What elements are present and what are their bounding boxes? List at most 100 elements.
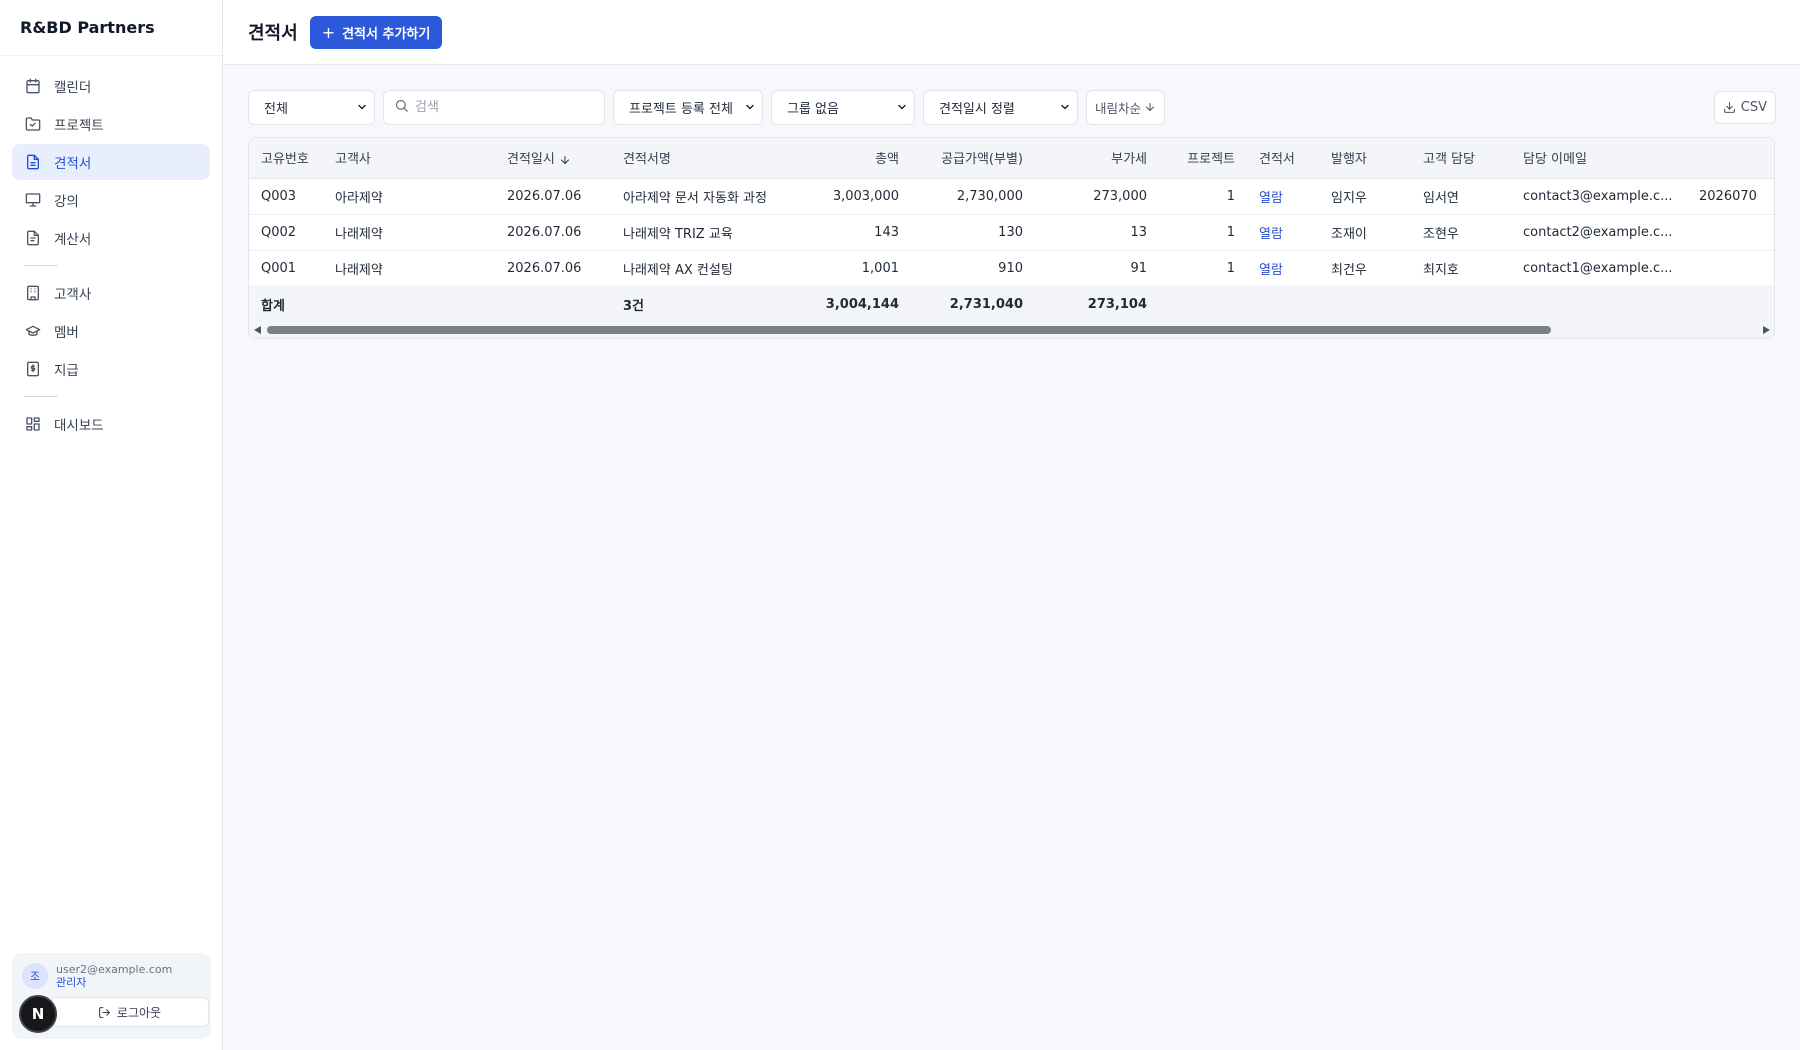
column-header-label: 공급가액(부별)	[941, 152, 1023, 168]
cell-date: 2026.07.06	[495, 250, 611, 287]
column-header-total[interactable]: 총액	[801, 138, 911, 179]
scrollbar-thumb[interactable]	[267, 326, 1551, 334]
sidebar-item-label: 계산서	[54, 232, 92, 248]
scroll-right-arrow-icon[interactable]	[1763, 326, 1770, 334]
group-select[interactable]: 그룹 없음	[771, 89, 915, 125]
sidebar-item-clients[interactable]: 고객사	[12, 275, 210, 311]
download-icon	[1723, 101, 1736, 114]
cell-extra	[1687, 286, 1774, 322]
column-header-label: 부가세	[1111, 152, 1147, 168]
cell-email: contact1@example.c...	[1511, 250, 1687, 287]
sidebar-item-quotes[interactable]: 견적서	[12, 144, 210, 180]
cell-date: 2026.07.06	[495, 214, 611, 251]
chevron-down-icon	[896, 101, 908, 113]
sort-order-button[interactable]: 내림차순	[1086, 89, 1166, 125]
column-header-project[interactable]: 프로젝트	[1159, 138, 1247, 179]
page-title: 견적서	[248, 23, 298, 44]
add-quote-button[interactable]: + 견적서 추가하기	[309, 15, 443, 49]
csv-export-button[interactable]: CSV	[1713, 90, 1776, 124]
status-select-value: 전체	[264, 101, 288, 117]
sidebar-item-calendar[interactable]: 캘린더	[12, 68, 210, 104]
app-root: R&BD Partners 캘린더 프로젝트 견적서 강의 계산서 고객사 멤버 지급 대시보드…	[0, 0, 1800, 1050]
column-header-doc[interactable]: 견적서	[1247, 138, 1319, 179]
cell-project	[1159, 286, 1247, 322]
arrow-down-icon	[1144, 101, 1156, 113]
csv-label: CSV	[1740, 99, 1767, 115]
cell-doc[interactable]: 열람	[1247, 250, 1319, 287]
column-header-vat[interactable]: 부가세	[1035, 138, 1159, 179]
receipt-icon	[24, 360, 42, 378]
sidebar-item-label: 강의	[54, 194, 79, 210]
cell-client: 나래제약	[323, 250, 495, 287]
sidebar-item-dashboard[interactable]: 대시보드	[12, 406, 210, 442]
cell-client: 아라제약	[323, 178, 495, 215]
user-info: 조 user2@example.com 관리자	[22, 963, 201, 989]
table-row[interactable]: Q003 아라제약 2026.07.06 아라제약 문서 자동화 과정 3,003,00…	[249, 178, 1774, 215]
cell-supply: 2,731,040	[911, 286, 1035, 322]
column-header-date[interactable]: 견적일시	[495, 138, 611, 179]
cell-doc[interactable]: 열람	[1247, 178, 1319, 215]
cell-project: 1	[1159, 250, 1247, 287]
avatar: 조	[22, 963, 48, 989]
search-box[interactable]	[383, 89, 605, 125]
column-header-contact[interactable]: 고객 담당	[1411, 138, 1511, 179]
sidebar: R&BD Partners 캘린더 프로젝트 견적서강의계산서고객사 멤버 지급대시보드…	[0, 0, 223, 1050]
cell-email: contact3@example.c...	[1511, 178, 1687, 215]
status-select[interactable]: 전체	[248, 89, 375, 125]
cell-date: 2026.07.06	[495, 178, 611, 215]
search-input[interactable]	[415, 99, 595, 115]
column-header-issuer[interactable]: 발행자	[1319, 138, 1411, 179]
cell-doc[interactable]: 열람	[1247, 214, 1319, 251]
topbar: 견적서 + 견적서 추가하기	[223, 0, 1800, 65]
table-row[interactable]: Q002 나래제약 2026.07.06 나래제약 TRIZ 교육 143 130 13 1 열…	[249, 214, 1774, 251]
cell-contact: 최지호	[1411, 250, 1511, 287]
column-header-supply[interactable]: 공급가액(부별)	[911, 138, 1035, 179]
content: 전체 프로젝트 등록 전체 그룹 없음 견적일시 정렬	[223, 65, 1800, 339]
cell-name: 나래제약 TRIZ 교육	[611, 214, 801, 251]
column-header-client[interactable]: 고객사	[323, 138, 495, 179]
cell-client	[323, 286, 495, 322]
chevron-down-icon	[744, 101, 756, 113]
cell-issuer: 최건우	[1319, 250, 1411, 287]
cell-id: Q001	[249, 250, 323, 287]
sidebar-item-members[interactable]: 멤버	[12, 313, 210, 349]
cell-email	[1511, 286, 1687, 322]
logout-button[interactable]: 로그아웃	[50, 997, 209, 1027]
column-header-label: 고유번호	[261, 152, 309, 168]
column-header-id[interactable]: 고유번호	[249, 138, 323, 179]
sidebar-item-invoices[interactable]: 계산서	[12, 220, 210, 256]
cell-vat: 91	[1035, 250, 1159, 287]
column-header-label: 견적서	[1259, 152, 1295, 168]
table-row[interactable]: Q001 나래제약 2026.07.06 나래제약 AX 컨설팅 1,001 910 91 1…	[249, 250, 1774, 287]
nav-divider	[24, 396, 58, 397]
column-header-extra[interactable]	[1687, 138, 1774, 179]
horizontal-scrollbar[interactable]	[249, 322, 1774, 338]
cell-vat: 273,000	[1035, 178, 1159, 215]
column-header-email[interactable]: 담당 이메일	[1511, 138, 1687, 179]
project-select[interactable]: 프로젝트 등록 전체	[613, 89, 763, 125]
sidebar-item-projects[interactable]: 프로젝트	[12, 106, 210, 142]
column-header-label: 고객사	[335, 152, 371, 168]
project-select-value: 프로젝트 등록 전체	[629, 101, 733, 117]
cell-extra	[1687, 214, 1774, 251]
cell-total: 3,004,144	[801, 286, 911, 322]
cell-total: 3,003,000	[801, 178, 911, 215]
sidebar-nav: 캘린더 프로젝트 견적서강의계산서고객사 멤버 지급대시보드	[0, 56, 222, 456]
cell-name: 3건	[611, 286, 801, 322]
scroll-left-arrow-icon[interactable]	[254, 326, 261, 334]
calendar-icon	[24, 77, 42, 95]
sort-desc-icon	[559, 154, 571, 166]
table-total-row: 합계 3건 3,004,144 2,731,040 273,104	[249, 286, 1774, 322]
dev-tools-button[interactable]: N	[19, 995, 57, 1033]
cell-name: 아라제약 문서 자동화 과정	[611, 178, 801, 215]
sort-select[interactable]: 견적일시 정렬	[923, 89, 1078, 125]
sidebar-item-lectures[interactable]: 강의	[12, 182, 210, 218]
column-header-label: 발행자	[1331, 152, 1367, 168]
sidebar-item-payments[interactable]: 지급	[12, 351, 210, 387]
column-header-name[interactable]: 견적서명	[611, 138, 801, 179]
cell-supply: 910	[911, 250, 1035, 287]
document-icon	[24, 153, 42, 171]
brand-logo[interactable]: R&BD Partners	[0, 0, 222, 56]
search-icon	[394, 98, 409, 117]
column-header-label: 견적일시	[507, 152, 555, 168]
